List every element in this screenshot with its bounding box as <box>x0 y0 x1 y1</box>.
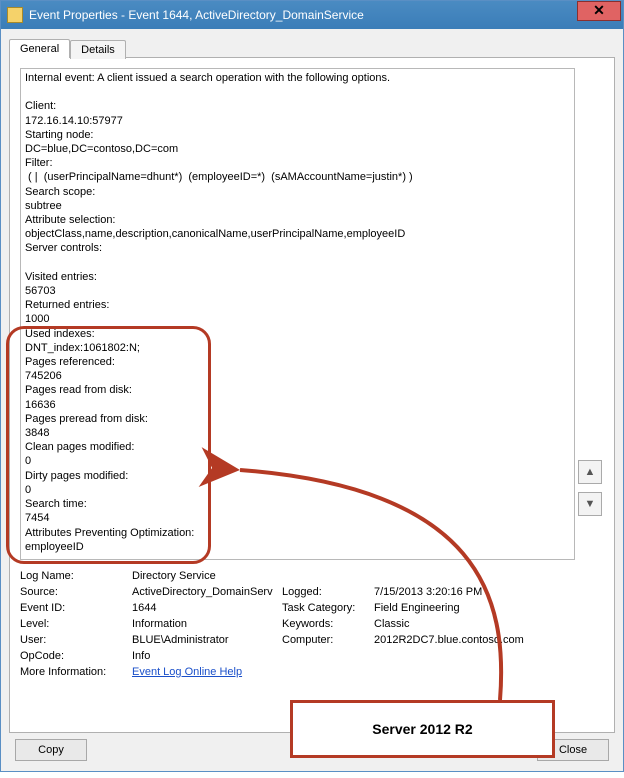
source-value: ActiveDirectory_DomainServ <box>132 586 282 598</box>
event-id-value: 1644 <box>132 602 282 614</box>
detail-line: Dirty pages modified: <box>25 469 570 483</box>
source-label: Source: <box>20 586 132 598</box>
detail-line: ( | (userPrincipalName=dhunt*) (employee… <box>25 170 570 184</box>
close-button[interactable]: Close <box>537 739 609 761</box>
level-label: Level: <box>20 618 132 630</box>
level-value: Information <box>132 618 282 630</box>
detail-line: Search scope: <box>25 185 570 199</box>
detail-line: Attributes Preventing Optimization: <box>25 526 570 540</box>
keywords-value: Classic <box>374 618 604 630</box>
detail-line: Attribute selection: <box>25 213 570 227</box>
next-record-button[interactable]: ▼ <box>578 492 602 516</box>
detail-line: Pages preread from disk: <box>25 412 570 426</box>
detail-line: Internal event: A client issued a search… <box>25 71 570 85</box>
event-id-label: Event ID: <box>20 602 132 614</box>
task-category-label: Task Category: <box>282 602 374 614</box>
titlebar: Event Properties - Event 1644, ActiveDir… <box>1 1 623 29</box>
detail-line: Used indexes: <box>25 327 570 341</box>
event-description-box[interactable]: Internal event: A client issued a search… <box>20 68 575 560</box>
tab-general[interactable]: General <box>9 39 70 58</box>
prev-record-button[interactable]: ▲ <box>578 460 602 484</box>
detail-line: objectClass,name,description,canonicalNa… <box>25 227 570 241</box>
tab-strip: General Details <box>9 39 615 58</box>
detail-line: Pages referenced: <box>25 355 570 369</box>
detail-line: Server controls: <box>25 241 570 255</box>
detail-line <box>25 256 570 270</box>
detail-line: 16636 <box>25 398 570 412</box>
tab-details[interactable]: Details <box>70 40 126 59</box>
copy-button[interactable]: Copy <box>15 739 87 761</box>
detail-line: 0 <box>25 454 570 468</box>
record-nav: ▲ ▼ <box>578 460 602 516</box>
detail-line: Returned entries: <box>25 298 570 312</box>
detail-line: 1000 <box>25 312 570 326</box>
keywords-label: Keywords: <box>282 618 374 630</box>
event-properties-window: Event Properties - Event 1644, ActiveDir… <box>0 0 624 772</box>
window-close-button[interactable]: ✕ <box>577 1 621 21</box>
app-icon <box>7 7 23 23</box>
opcode-label: OpCode: <box>20 650 132 662</box>
detail-line: DC=blue,DC=contoso,DC=com <box>25 142 570 156</box>
detail-line: Filter: <box>25 156 570 170</box>
user-value: BLUE\Administrator <box>132 634 282 646</box>
detail-line: Pages read from disk: <box>25 383 570 397</box>
detail-line: 745206 <box>25 369 570 383</box>
detail-line: employeeID <box>25 540 570 554</box>
logged-label: Logged: <box>282 586 374 598</box>
detail-line: Starting node: <box>25 128 570 142</box>
task-category-value: Field Engineering <box>374 602 604 614</box>
client-area: General Details Internal event: A client… <box>1 29 623 771</box>
detail-line: Search time: <box>25 497 570 511</box>
detail-line: 0 <box>25 483 570 497</box>
detail-line: 3848 <box>25 426 570 440</box>
event-metadata: Log Name: Directory Service Source: Acti… <box>20 570 604 682</box>
dialog-button-bar: Copy Close <box>9 733 615 763</box>
detail-line <box>25 85 570 99</box>
more-info-link[interactable]: Event Log Online Help <box>132 666 242 678</box>
detail-line: DNT_index:1061802:N; <box>25 341 570 355</box>
computer-value: 2012R2DC7.blue.contoso.com <box>374 634 604 646</box>
detail-line: Clean pages modified: <box>25 440 570 454</box>
detail-line: Client: <box>25 99 570 113</box>
more-info-label: More Information: <box>20 666 132 678</box>
detail-line: 56703 <box>25 284 570 298</box>
opcode-value: Info <box>132 650 282 662</box>
window-title: Event Properties - Event 1644, ActiveDir… <box>29 8 623 22</box>
detail-line: subtree <box>25 199 570 213</box>
log-name-value: Directory Service <box>132 570 216 582</box>
log-name-label: Log Name: <box>20 570 132 582</box>
detail-line: Visited entries: <box>25 270 570 284</box>
logged-value: 7/15/2013 3:20:16 PM <box>374 586 604 598</box>
detail-line: 172.16.14.10:57977 <box>25 114 570 128</box>
computer-label: Computer: <box>282 634 374 646</box>
user-label: User: <box>20 634 132 646</box>
detail-line: 7454 <box>25 511 570 525</box>
general-panel: Internal event: A client issued a search… <box>9 57 615 733</box>
